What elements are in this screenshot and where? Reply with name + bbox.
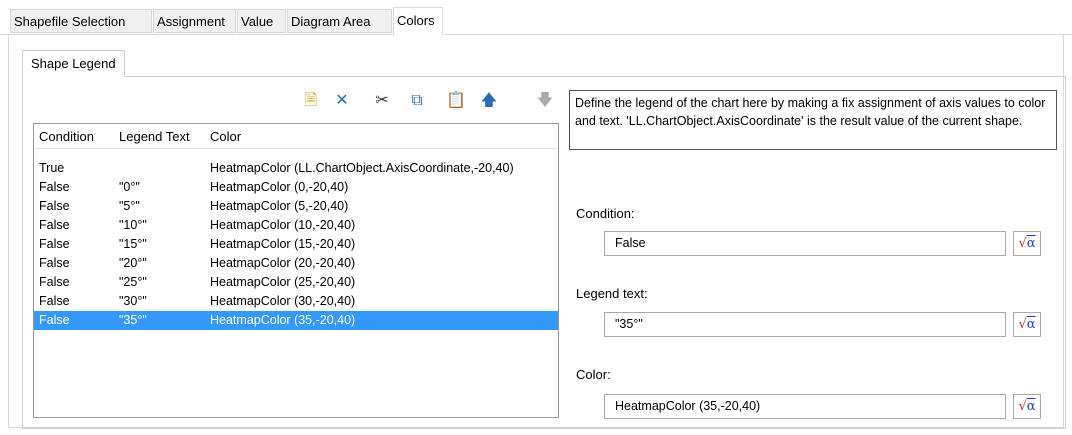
table-row[interactable]: False "30°" HeatmapColor (30,-20,40)	[34, 292, 558, 311]
column-header-legend-text[interactable]: Legend Text	[119, 129, 190, 144]
tab-shapefile-selection[interactable]: Shapefile Selection	[10, 9, 152, 33]
condition-formula-button[interactable]: √α	[1013, 231, 1041, 256]
cell-color: HeatmapColor (10,-20,40)	[210, 218, 356, 232]
color-formula-button[interactable]: √α	[1013, 394, 1041, 419]
tab-diagram-area[interactable]: Diagram Area	[287, 9, 392, 33]
cell-condition: False	[39, 294, 70, 308]
formula-root-icon: √	[1018, 236, 1027, 251]
move-up-icon[interactable]: 🡅	[480, 92, 498, 110]
cell-condition: False	[39, 237, 70, 251]
cut-icon[interactable]: ✂	[373, 92, 391, 110]
formula-alpha-icon: α	[1026, 236, 1036, 251]
table-row[interactable]: False "15°" HeatmapColor (15,-20,40)	[34, 235, 558, 254]
cell-condition: False	[39, 313, 70, 327]
copy-icon[interactable]: ⧉	[408, 92, 426, 110]
cell-condition: False	[39, 256, 70, 270]
color-field[interactable]: HeatmapColor (35,-20,40)	[604, 394, 1006, 419]
cell-legend-text: "0°"	[119, 180, 140, 194]
paste-icon[interactable]: 📋	[446, 92, 466, 110]
legend-text-label: Legend text:	[576, 286, 648, 301]
cell-legend-text: "15°"	[119, 237, 147, 251]
cell-color: HeatmapColor (0,-20,40)	[210, 180, 349, 194]
cell-condition: False	[39, 199, 70, 213]
cell-color: HeatmapColor (20,-20,40)	[210, 256, 356, 270]
cell-legend-text: "5°"	[119, 199, 140, 213]
legend-table[interactable]: Condition Legend Text Color True HeatmapC…	[33, 123, 559, 418]
table-row[interactable]: True HeatmapColor (LL.ChartObject.AxisCoo…	[34, 159, 558, 178]
table-row[interactable]: False "10°" HeatmapColor (10,-20,40)	[34, 216, 558, 235]
legend-text-field[interactable]: "35°"	[604, 312, 1006, 337]
tab-assignment[interactable]: Assignment	[153, 9, 236, 33]
table-row[interactable]: False "35°" HeatmapColor (35,-20,40)	[34, 311, 558, 330]
legend-text-formula-button[interactable]: √α	[1013, 312, 1041, 337]
table-header: Condition Legend Text Color	[34, 124, 558, 149]
delete-icon[interactable]: ✕	[333, 92, 351, 110]
cell-condition: False	[39, 275, 70, 289]
cell-legend-text: "10°"	[119, 218, 147, 232]
cell-color: HeatmapColor (5,-20,40)	[210, 199, 349, 213]
tab-value[interactable]: Value	[237, 9, 286, 33]
move-down-icon[interactable]: 🡇	[536, 92, 554, 110]
formula-alpha-icon: α	[1026, 317, 1036, 332]
cell-color: HeatmapColor (LL.ChartObject.AxisCoordin…	[210, 161, 514, 175]
new-icon[interactable]: 🗎	[302, 92, 320, 110]
cell-legend-text: "35°"	[119, 313, 147, 327]
formula-alpha-icon: α	[1026, 399, 1036, 414]
column-header-condition[interactable]: Condition	[39, 129, 94, 144]
tab-shape-legend[interactable]: Shape Legend	[22, 50, 125, 77]
cell-condition: True	[39, 161, 65, 175]
cell-condition: False	[39, 218, 70, 232]
table-row[interactable]: False "0°" HeatmapColor (0,-20,40)	[34, 178, 558, 197]
condition-field[interactable]: False	[604, 231, 1006, 256]
help-description: Define the legend of the chart here by m…	[569, 90, 1057, 150]
formula-root-icon: √	[1018, 399, 1027, 414]
cell-color: HeatmapColor (35,-20,40)	[210, 313, 356, 327]
table-row[interactable]: False "20°" HeatmapColor (20,-20,40)	[34, 254, 558, 273]
tab-bar: Shapefile Selection Assignment Value Dia…	[0, 0, 1072, 35]
color-label: Color:	[576, 367, 611, 382]
cell-color: HeatmapColor (30,-20,40)	[210, 294, 356, 308]
formula-root-icon: √	[1018, 317, 1027, 332]
tab-colors[interactable]: Colors	[393, 7, 443, 35]
table-row[interactable]: False "5°" HeatmapColor (5,-20,40)	[34, 197, 558, 216]
cell-legend-text: "25°"	[119, 275, 147, 289]
cell-color: HeatmapColor (15,-20,40)	[210, 237, 356, 251]
table-row[interactable]: False "25°" HeatmapColor (25,-20,40)	[34, 273, 558, 292]
condition-label: Condition:	[576, 206, 635, 221]
cell-condition: False	[39, 180, 70, 194]
column-header-color[interactable]: Color	[210, 129, 241, 144]
cell-color: HeatmapColor (25,-20,40)	[210, 275, 356, 289]
cell-legend-text: "20°"	[119, 256, 147, 270]
cell-legend-text: "30°"	[119, 294, 147, 308]
